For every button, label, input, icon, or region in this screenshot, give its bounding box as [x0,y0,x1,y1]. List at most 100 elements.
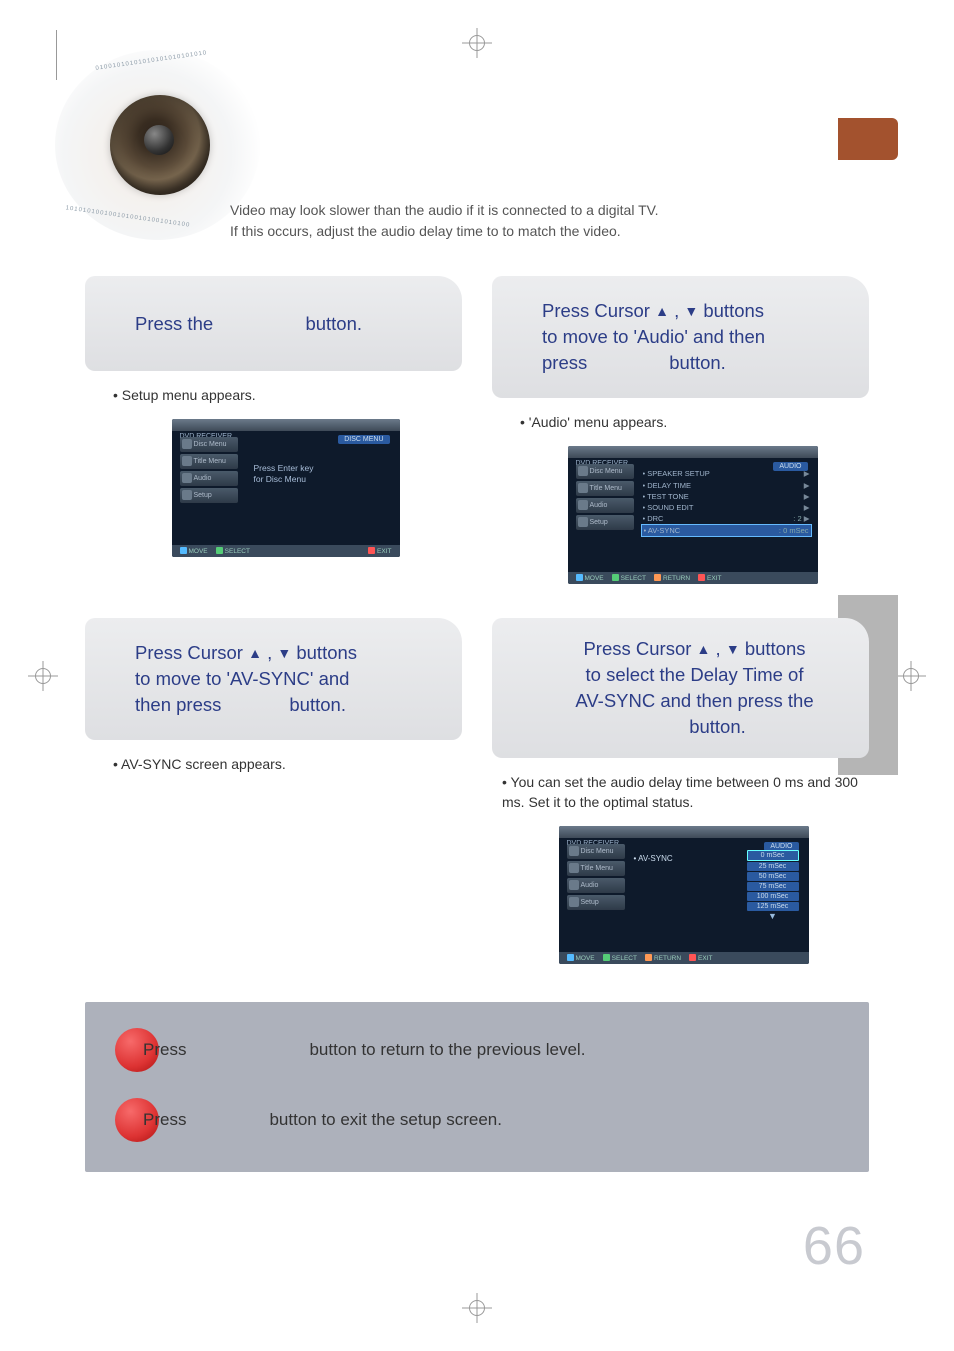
ms-footer: MOVE SELECT EXIT [172,545,400,557]
crop-mark-left [28,661,58,691]
delay-option: 25 mSec [747,862,799,871]
intro-line1: Video may look slower than the audio if … [230,202,659,218]
ms-footer: MOVE SELECT RETURN EXIT [559,952,809,964]
avsync-options-screenshot: DVD RECEIVER AUDIO Disc Menu Title Menu … [559,826,809,964]
ms-section-badge: DISC MENU [338,435,389,444]
sidebar-item: Audio [180,471,238,486]
steps-grid: Press the button. Setup menu appears. DV… [85,276,869,974]
step-3: Press Cursor ▲ , ▼ buttons to move to 'A… [85,618,462,974]
step-2-screenshot-wrap: DVD RECEIVER AUDIO Disc Menu Title Menu … [520,446,865,584]
down-arrow-icon: ▼ [684,303,698,319]
sidebar-item: Title Menu [567,861,625,876]
up-arrow-icon: ▲ [248,645,262,661]
step-4-bullet: You can set the audio delay time between… [502,772,865,813]
step-1-head: Press the button. [85,276,462,371]
audio-menu-screenshot: DVD RECEIVER AUDIO Disc Menu Title Menu … [568,446,818,584]
step-3-text: Press Cursor ▲ , ▼ buttons to move to 'A… [135,640,357,718]
down-arrow-icon: ▼ [726,641,740,657]
down-arrow-icon: ▼ [277,645,291,661]
intro-block: Video may look slower than the audio if … [85,60,869,262]
footer-panel: Press button to return to the previous l… [85,1002,869,1172]
menu-row: • TEST TONE▶ [643,491,810,502]
step-1-text: Press the button. [135,311,362,337]
footer-select: SELECT [216,547,250,555]
menu-row: • DRC: 2 ▶ [643,513,810,524]
step-1-button-word: button. [305,313,362,334]
crop-mark-top [462,28,492,58]
avsync-label: AV-SYNC [634,854,673,863]
speaker-illustration [55,50,260,240]
ms-sidebar: Disc Menu Title Menu Audio Setup [180,437,238,503]
step-3-head: Press Cursor ▲ , ▼ buttons to move to 'A… [85,618,462,740]
footer-exit: EXIT [698,574,721,582]
step-1-press: Press the [135,313,213,334]
page-number: 66 [803,1215,865,1277]
step-1-body: Setup menu appears. DVD RECEIVER DISC ME… [85,371,462,567]
ms-sidebar: Disc Menu Title Menu Audio Setup [567,844,625,910]
step-2: Press Cursor ▲ , ▼ buttons to move to 'A… [492,276,869,594]
footer-select: SELECT [612,574,646,582]
menu-row: • SPEAKER SETUP▶ [643,468,810,479]
ms-main-message: Press Enter key for Disc Menu [254,463,314,485]
footer-exit: EXIT [368,547,391,555]
footer-press-1: Press [143,1040,186,1060]
footer-move: MOVE [567,954,595,962]
step-1: Press the button. Setup menu appears. DV… [85,276,462,594]
ms-sidebar: Disc Menu Title Menu Audio Setup [576,464,634,530]
step-4-head: Press Cursor ▲ , ▼ buttons to select the… [492,618,869,758]
step-4: Press Cursor ▲ , ▼ buttons to select the… [492,618,869,974]
sidebar-item: Disc Menu [180,437,238,452]
menu-row: • DELAY TIME▶ [643,480,810,491]
crop-mark-bottom [462,1293,492,1323]
delay-option: 50 mSec [747,872,799,881]
sidebar-item: Title Menu [180,454,238,469]
crop-mark-right [896,661,926,691]
step-4-body: You can set the audio delay time between… [492,758,869,975]
step-1-screenshot-wrap: DVD RECEIVER DISC MENU Disc Menu Title M… [113,419,458,557]
sidebar-item: Setup [180,488,238,503]
ms-menu-list: • SPEAKER SETUP▶ • DELAY TIME▶ • TEST TO… [643,468,810,536]
intro-text: Video may look slower than the audio if … [230,70,869,242]
sidebar-item: Audio [567,878,625,893]
delay-option: 100 mSec [747,892,799,901]
footer-press-2: Press [143,1110,186,1130]
delay-option-selected: 0 mSec [747,850,799,861]
footer-rest-2: button to exit the setup screen. [269,1110,501,1130]
scroll-down-icon: ▼ [747,912,799,920]
footer-row-return: Press button to return to the previous l… [115,1028,843,1072]
sidebar-item: Disc Menu [576,464,634,479]
step-4-screenshot-wrap: DVD RECEIVER AUDIO Disc Menu Title Menu … [502,826,865,964]
step-4-text: Press Cursor ▲ , ▼ buttons to select the… [542,636,847,740]
menu-row: • SOUND EDIT▶ [643,502,810,513]
sidebar-item: Audio [576,498,634,513]
footer-exit: EXIT [689,954,712,962]
footer-move: MOVE [576,574,604,582]
footer-row-exit: Press button to exit the setup screen. [115,1098,843,1142]
step-2-bullet: 'Audio' menu appears. [520,412,865,432]
intro-line2: If this occurs, adjust the audio delay t… [230,223,621,239]
step-3-body: AV-SYNC screen appears. [85,740,462,784]
sidebar-item: Setup [576,515,634,530]
sidebar-item: Disc Menu [567,844,625,859]
page-content: Video may look slower than the audio if … [85,60,869,1271]
step-3-bullet: AV-SYNC screen appears. [113,754,458,774]
step-1-bullet: Setup menu appears. [113,385,458,405]
step-2-head: Press Cursor ▲ , ▼ buttons to move to 'A… [492,276,869,398]
delay-option: 125 mSec [747,902,799,911]
step-2-body: 'Audio' menu appears. DVD RECEIVER AUDIO… [492,398,869,594]
delay-option: 75 mSec [747,882,799,891]
step-2-text: Press Cursor ▲ , ▼ buttons to move to 'A… [542,298,765,376]
setup-menu-screenshot: DVD RECEIVER DISC MENU Disc Menu Title M… [172,419,400,557]
up-arrow-icon: ▲ [697,641,711,657]
menu-row-highlighted: • AV-SYNC: 0 mSec [641,524,812,537]
footer-return: RETURN [645,954,681,962]
footer-select: SELECT [603,954,637,962]
avsync-options: 0 mSec 25 mSec 50 mSec 75 mSec 100 mSec … [747,850,799,920]
sidebar-item: Title Menu [576,481,634,496]
up-arrow-icon: ▲ [655,303,669,319]
footer-move: MOVE [180,547,208,555]
footer-rest-1: button to return to the previous level. [309,1040,585,1060]
footer-return: RETURN [654,574,690,582]
ms-footer: MOVE SELECT RETURN EXIT [568,572,818,584]
sidebar-item: Setup [567,895,625,910]
